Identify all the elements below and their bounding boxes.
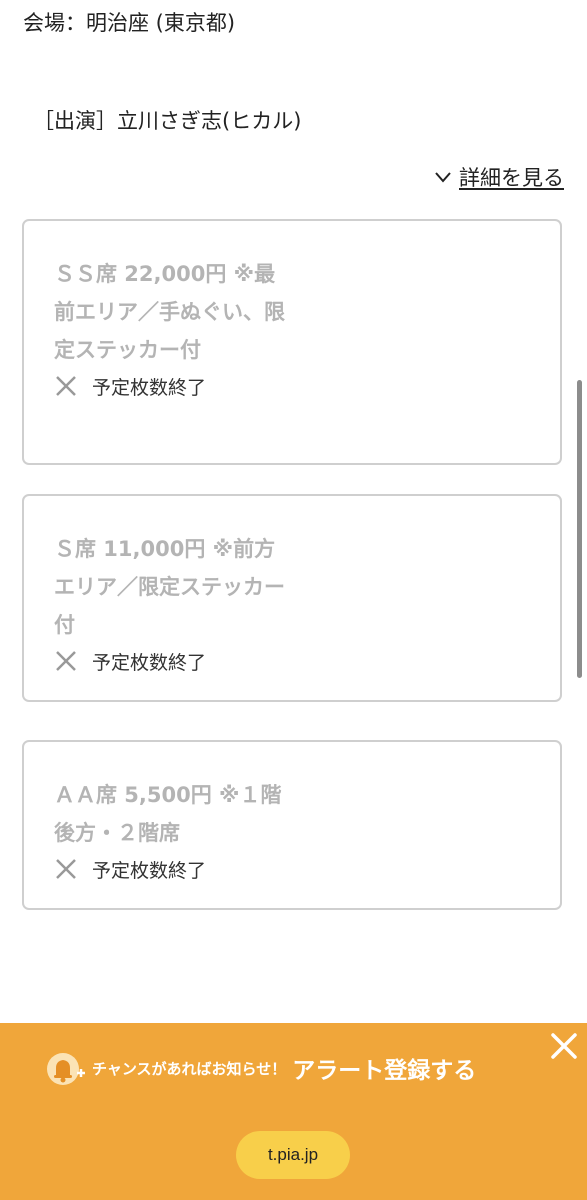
close-x-icon <box>56 859 76 879</box>
details-link-label: 詳細を見る <box>459 166 564 190</box>
alert-banner: チャンスがあればお知らせ！ アラート登録する t.pia.jp <box>0 1023 587 1200</box>
performer-text: ［出演］立川さぎ志(ヒカル) <box>33 109 302 133</box>
close-x-icon <box>56 651 76 671</box>
url-bar[interactable]: t.pia.jp <box>236 1131 350 1179</box>
ticket-title: ＳＳ席 22,000円 ※最前エリア／手ぬぐい、限定ステッカー付 <box>54 262 285 362</box>
ticket-status-text: 予定枚数終了 <box>92 859 207 882</box>
scrollbar[interactable] <box>577 380 582 678</box>
ticket-status: 予定枚数終了 <box>54 644 560 678</box>
alert-cta-label: アラート登録する <box>292 1058 477 1084</box>
close-x-icon <box>56 376 76 396</box>
ticket-card-ss: ＳＳ席 22,000円 ※最前エリア／手ぬぐい、限定ステッカー付 予定枚数終了 <box>22 219 562 465</box>
ticket-status-text: 予定枚数終了 <box>92 376 207 399</box>
bell-plus-icon <box>47 1053 85 1085</box>
ticket-status: 予定枚数終了 <box>54 369 560 403</box>
chevron-down-icon <box>435 172 451 183</box>
ticket-status-text: 予定枚数終了 <box>92 651 207 674</box>
ticket-title: Ｓ席 11,000円 ※前方エリア／限定ステッカー付 <box>54 537 285 637</box>
alert-prompt: チャンスがあればお知らせ！ <box>92 1059 287 1078</box>
alert-register-button[interactable]: チャンスがあればお知らせ！ アラート登録する <box>46 1049 476 1087</box>
details-link[interactable]: 詳細を見る <box>433 160 564 194</box>
ticket-card-s: Ｓ席 11,000円 ※前方エリア／限定ステッカー付 予定枚数終了 <box>22 494 562 702</box>
venue-text: 会場：明治座 (東京都) <box>23 11 236 35</box>
close-icon[interactable] <box>549 1031 579 1061</box>
ticket-status: 予定枚数終了 <box>54 852 560 886</box>
ticket-card-aa: ＡＡ席 5,500円 ※１階後方・２階席 予定枚数終了 <box>22 740 562 910</box>
ticket-title: ＡＡ席 5,500円 ※１階後方・２階席 <box>54 783 282 845</box>
